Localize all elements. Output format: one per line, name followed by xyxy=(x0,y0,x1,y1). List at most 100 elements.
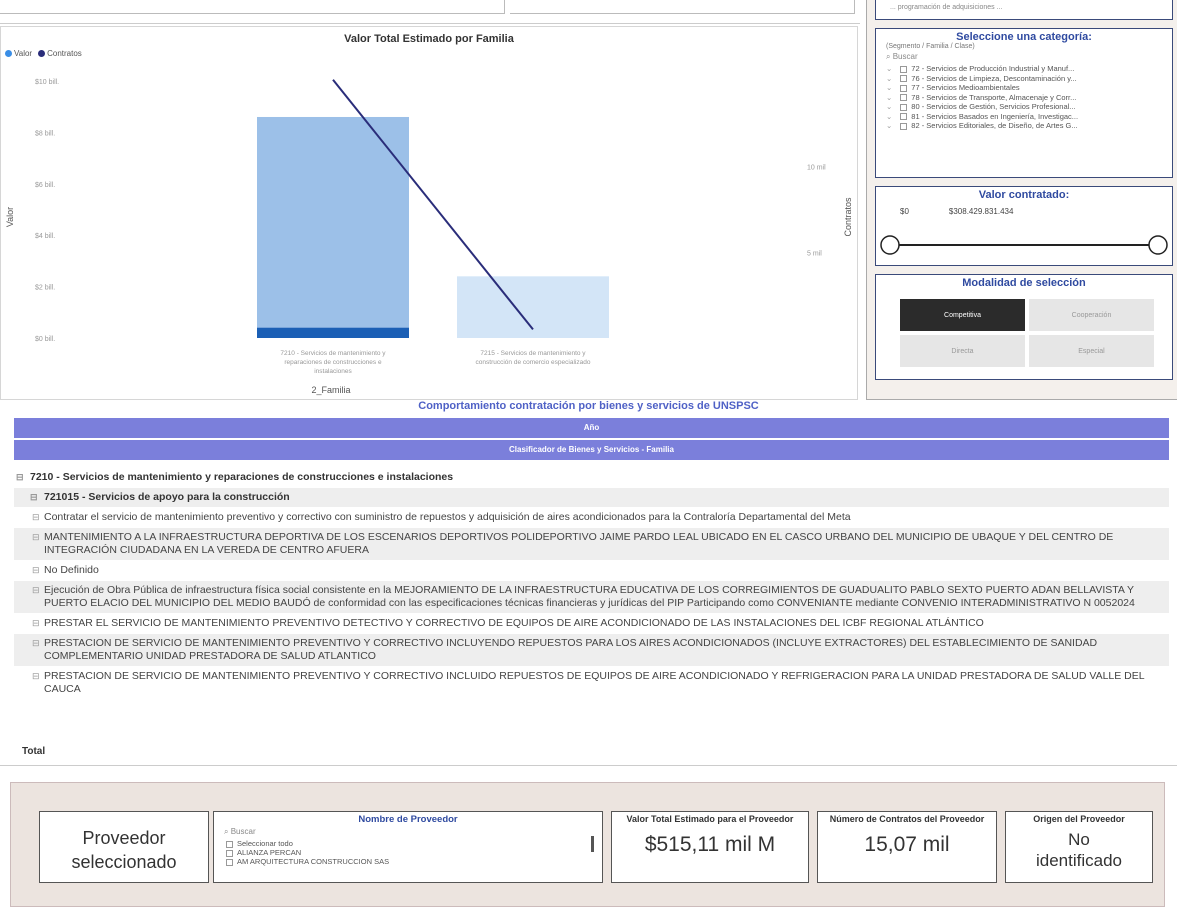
category-list: ⌄ 72 - Servicios de Producción Industrial… xyxy=(886,64,1166,131)
checkbox-icon[interactable] xyxy=(900,94,908,102)
search-icon: ⌕ xyxy=(886,52,891,61)
collapse-icon[interactable]: ⊟ xyxy=(32,637,40,650)
provider-origin-heading: Origen del Proveedor xyxy=(1033,814,1125,824)
modality-option-directa[interactable]: Directa xyxy=(900,335,1025,367)
matrix-row-text: No Definido xyxy=(44,564,99,576)
collapse-icon[interactable]: ⊟ xyxy=(30,491,38,504)
provider-name-slicer: Nombre de Proveedor ⌕ Buscar Seleccionar… xyxy=(213,811,603,883)
family-value-chart: Valor Total Estimado por Familia Valor C… xyxy=(0,26,858,400)
provider-scrollbar[interactable] xyxy=(591,836,594,852)
modality-title: Modalidad de selección xyxy=(962,277,1086,289)
provider-list: Seleccionar todo ALIANZA PERCAN AM ARQUITE… xyxy=(226,839,602,866)
collapse-icon[interactable]: ⊟ xyxy=(32,670,40,683)
category-item[interactable]: ⌄ 81 - Servicios Basados en Ingeniería, I… xyxy=(886,112,1166,122)
expand-icon[interactable]: ⌄ xyxy=(886,64,892,73)
checkbox-icon[interactable] xyxy=(900,65,908,73)
collapse-icon[interactable]: ⊟ xyxy=(16,471,24,484)
matrix-row[interactable]: ⊟ No Definido xyxy=(14,561,1169,581)
category-title: Seleccione una categoría: xyxy=(956,31,1092,43)
modality-option-especial[interactable]: Especial xyxy=(1029,335,1154,367)
checkbox-icon[interactable] xyxy=(226,858,233,866)
provider-value-heading: Valor Total Estimado para el Proveedor xyxy=(626,814,794,824)
matrix-header-family[interactable]: Clasificador de Bienes y Servicios - Fam… xyxy=(14,440,1169,460)
checkbox-icon[interactable] xyxy=(226,849,233,857)
matrix-row[interactable]: ⊟ Ejecución de Obra Pública de infraestru… xyxy=(14,581,1169,614)
category-item[interactable]: ⌄ 77 - Servicios Medioambientales xyxy=(886,83,1166,93)
matrix-header-year[interactable]: Año xyxy=(14,418,1169,438)
matrix-row[interactable]: ⊟ 721015 - Servicios de apoyo para la con… xyxy=(14,488,1169,508)
category-subtitle: (Segmento / Familia / Clase) xyxy=(886,43,975,50)
chart-plot: $10 bill. $8 bill. $6 bill. $4 bill. $2 bill… xyxy=(5,79,853,395)
checkbox-icon[interactable] xyxy=(900,103,908,111)
matrix-row-text: Contratar el servicio de mantenimiento p… xyxy=(44,511,851,523)
expand-icon[interactable]: ⌄ xyxy=(886,74,892,83)
partial-filter-text: ... programación de adquisiciones ... xyxy=(890,4,1003,11)
provider-value-card: Valor Total Estimado para el Proveedor $… xyxy=(611,811,809,883)
category-item[interactable]: ⌄ 82 - Servicios Editoriales, de Diseño, … xyxy=(886,121,1166,131)
matrix-row[interactable]: ⊟ MANTENIMIENTO A LA INFRAESTRUCTURA DEPO… xyxy=(14,528,1169,561)
top-partial-filter[interactable]: ... programación de adquisiciones ... xyxy=(875,0,1173,20)
collapse-icon[interactable]: ⊟ xyxy=(32,564,40,577)
slider-handle-min xyxy=(880,235,900,255)
matrix-row[interactable]: ⊟ PRESTAR EL SERVICIO DE MANTENIMIENTO PR… xyxy=(14,614,1169,634)
top-filter-strip xyxy=(0,0,860,24)
expand-icon[interactable]: ⌄ xyxy=(886,121,892,130)
category-search-placeholder: Buscar xyxy=(892,52,918,61)
slider-handle-max xyxy=(1148,235,1168,255)
provider-origin-value: No identificado xyxy=(1035,830,1122,870)
matrix-row-text: PRESTACION DE SERVICIO DE MANTENIMIENTO … xyxy=(44,637,1098,662)
collapse-icon[interactable]: ⊟ xyxy=(32,511,40,524)
checkbox-icon[interactable] xyxy=(900,122,908,130)
checkbox-icon[interactable] xyxy=(900,113,908,121)
x-tick-label: construcción de comercio especializado xyxy=(476,359,591,366)
provider-item[interactable]: Seleccionar todo xyxy=(226,839,602,848)
expand-icon[interactable]: ⌄ xyxy=(886,93,892,102)
y-tick-label: $0 bill. xyxy=(35,336,55,343)
selected-provider-label: Proveedor seleccionado xyxy=(71,828,177,872)
category-item[interactable]: ⌄ 76 - Servicios de Limpieza, Descontamin… xyxy=(886,74,1166,84)
category-item[interactable]: ⌄ 78 - Servicios de Transporte, Almacenaj… xyxy=(886,93,1166,103)
collapse-icon[interactable]: ⊟ xyxy=(32,531,40,544)
value-range-slider[interactable] xyxy=(876,231,1172,261)
provider-search[interactable]: ⌕ Buscar xyxy=(224,827,592,837)
category-search[interactable]: ⌕ Buscar xyxy=(886,52,1162,62)
y-tick-label: $10 bill. xyxy=(35,79,59,86)
value-title: Valor contratado: xyxy=(978,189,1070,201)
value-min[interactable]: $0 xyxy=(900,207,909,216)
provider-item-label: Seleccionar todo xyxy=(237,839,293,848)
value-max[interactable]: $308.429.831.434 xyxy=(949,207,1014,216)
unspsc-matrix: Comportamiento contratación por bienes y… xyxy=(0,400,1177,766)
provider-item[interactable]: ALIANZA PERCAN xyxy=(226,848,602,857)
value-slicer: Valor contratado: $0 $308.429.831.434 xyxy=(875,186,1173,266)
category-item-label: 72 - Servicios de Producción Industrial … xyxy=(911,64,1075,73)
y-tick-label: $6 bill. xyxy=(35,182,55,189)
x-tick-label: instalaciones xyxy=(314,368,352,375)
category-item[interactable]: ⌄ 80 - Servicios de Gestión, Servicios Pr… xyxy=(886,102,1166,112)
matrix-row[interactable]: ⊟ 7210 - Servicios de mantenimiento y rep… xyxy=(14,468,1169,488)
collapse-icon[interactable]: ⊟ xyxy=(32,584,40,597)
checkbox-icon[interactable] xyxy=(900,84,908,92)
modality-slicer: Modalidad de selección Competitiva Coope… xyxy=(875,274,1173,380)
provider-panel: Proveedor seleccionado Nombre de Proveed… xyxy=(10,782,1165,907)
expand-icon[interactable]: ⌄ xyxy=(886,112,892,121)
expand-icon[interactable]: ⌄ xyxy=(886,83,892,92)
category-item[interactable]: ⌄ 72 - Servicios de Producción Industrial… xyxy=(886,64,1166,74)
provider-value: $515,11 mil M xyxy=(644,833,776,856)
provider-item-label: AM ARQUITECTURA CONSTRUCCION SAS xyxy=(237,857,390,866)
modality-option-cooperacion[interactable]: Cooperación xyxy=(1029,299,1154,331)
category-item-label: 81 - Servicios Basados en Ingeniería, In… xyxy=(911,111,1079,121)
matrix-row[interactable]: ⊟ Contratar el servicio de mantenimiento … xyxy=(14,508,1169,528)
collapse-icon[interactable]: ⊟ xyxy=(32,617,40,630)
expand-icon[interactable]: ⌄ xyxy=(886,102,892,111)
checkbox-icon[interactable] xyxy=(900,75,908,83)
top-filter-segment xyxy=(0,0,505,14)
provider-search-placeholder: Buscar xyxy=(230,827,256,836)
matrix-row[interactable]: ⊟ PRESTACION DE SERVICIO DE MANTENIMIENTO… xyxy=(14,634,1169,667)
category-item-label: 80 - Servicios de Gestión, Servicios Pro… xyxy=(911,102,1076,111)
provider-item[interactable]: AM ARQUITECTURA CONSTRUCCION SAS xyxy=(226,857,602,866)
matrix-row[interactable]: ⊟ PRESTACION DE SERVICIO DE MANTENIMIENTO… xyxy=(14,667,1169,700)
provider-item-label: ALIANZA PERCAN xyxy=(237,848,302,857)
matrix-row-text: Ejecución de Obra Pública de infraestruc… xyxy=(44,584,1135,609)
modality-option-competitiva[interactable]: Competitiva xyxy=(900,299,1025,331)
checkbox-icon[interactable] xyxy=(226,840,233,848)
